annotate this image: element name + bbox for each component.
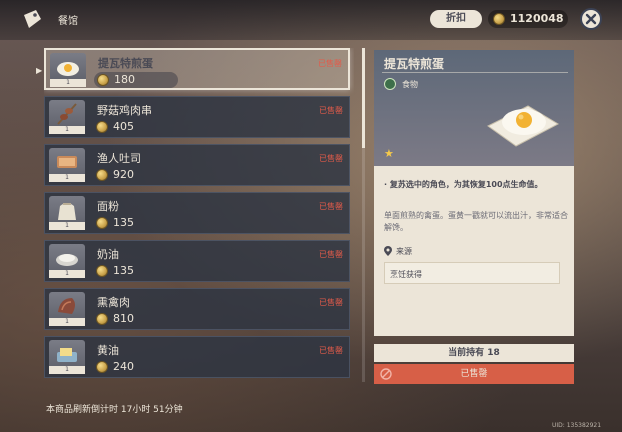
item-qty: 1 (50, 79, 86, 87)
close-button[interactable] (580, 8, 602, 30)
sold-out-tag: 已售罄 (319, 298, 343, 307)
item-price: 810 (113, 312, 134, 325)
uid-label: UID: 135382921 (552, 422, 602, 429)
item-name: 提瓦特煎蛋 (98, 57, 153, 70)
item-price: 405 (113, 120, 134, 133)
scrollbar-thumb[interactable] (362, 48, 365, 148)
mora-amount: 1120048 (510, 12, 564, 25)
butter-icon (57, 348, 77, 362)
fried-egg-icon (57, 62, 79, 76)
item-price: 920 (113, 168, 134, 181)
item-price-box: 810 (93, 311, 177, 327)
item-price: 135 (113, 216, 134, 229)
list-item[interactable]: 1 面粉 135 已售罄 (44, 192, 350, 234)
list-scrollbar[interactable] (362, 48, 365, 382)
rarity-star-icon: ★ (384, 147, 394, 160)
item-list: 1 提瓦特煎蛋 180 已售罄 1 野菇鸡肉串 405 已售罄 1 渔人吐司 9… (44, 48, 354, 382)
source-label: 来源 (396, 247, 412, 256)
mora-currency: 1120048 (488, 10, 568, 28)
list-item[interactable]: 1 奶油 135 已售罄 (44, 240, 350, 282)
list-item[interactable]: 1 渔人吐司 920 已售罄 (44, 144, 350, 186)
owned-count: 当前持有 18 (374, 344, 574, 362)
sold-out-tag: 已售罄 (318, 59, 342, 68)
item-qty: 1 (49, 366, 85, 374)
item-price: 240 (113, 360, 134, 373)
shop-title: 餐馆 (58, 16, 78, 27)
detail-effect: · 复苏选中的角色，为其恢复100点生命值。 (384, 180, 543, 189)
sold-out-tag: 已售罄 (319, 346, 343, 355)
item-thumbnail: 1 (49, 196, 85, 230)
list-item[interactable]: 1 黄油 240 已售罄 (44, 336, 350, 378)
toast-icon (57, 156, 77, 168)
list-item[interactable]: 1 熏禽肉 810 已售罄 (44, 288, 350, 330)
list-item[interactable]: 1 提瓦特煎蛋 180 已售罄 (44, 48, 350, 90)
mora-coin-icon (96, 361, 108, 373)
item-qty: 1 (49, 222, 85, 230)
item-thumbnail: 1 (50, 53, 86, 87)
close-icon (585, 13, 597, 25)
item-price-box: 180 (94, 72, 178, 88)
sold-out-button[interactable]: 已售罄 (374, 364, 574, 384)
item-price-box: 135 (93, 215, 177, 231)
food-category-icon (384, 78, 396, 90)
mora-coin-icon (96, 169, 108, 181)
detail-description: 单面煎熟的禽蛋。蛋黄一戳就可以流出汁，非常适合解馋。 (384, 211, 568, 232)
item-price-box: 405 (93, 119, 177, 135)
discount-button[interactable]: 折扣 (430, 10, 482, 28)
cream-icon (56, 254, 78, 266)
item-name: 野菇鸡肉串 (97, 104, 152, 117)
item-price-box: 240 (93, 359, 177, 375)
item-name: 渔人吐司 (97, 152, 141, 165)
item-qty: 1 (49, 270, 85, 278)
detail-header: 提瓦特煎蛋 食物 ★ (374, 50, 574, 166)
sold-out-label: 已售罄 (460, 369, 488, 379)
top-bar: 餐馆 折扣 1120048 (0, 0, 622, 40)
sold-out-tag: 已售罄 (319, 250, 343, 259)
mora-coin-icon (96, 121, 108, 133)
item-price: 180 (114, 73, 135, 86)
mora-coin-icon (96, 313, 108, 325)
mora-coin-icon (96, 265, 108, 277)
skewer-icon (57, 103, 77, 125)
fried-egg-icon (487, 105, 560, 147)
flour-sack-icon (58, 203, 76, 220)
item-thumbnail: 1 (49, 292, 85, 326)
item-thumbnail: 1 (49, 148, 85, 182)
item-name: 奶油 (97, 248, 119, 261)
item-name: 黄油 (97, 344, 119, 357)
item-thumbnail: 1 (49, 100, 85, 134)
shop-bag-icon (24, 10, 41, 28)
detail-category: 食物 (402, 80, 418, 89)
refresh-countdown: 本商品刷新倒计时 17小时 51分钟 (46, 405, 183, 415)
item-thumbnail: 1 (49, 340, 85, 374)
item-name: 熏禽肉 (97, 296, 130, 309)
item-qty: 1 (49, 126, 85, 134)
list-item[interactable]: 1 野菇鸡肉串 405 已售罄 (44, 96, 350, 138)
source-value: 烹饪获得 (390, 270, 422, 279)
smoked-meat-icon (58, 298, 75, 314)
item-qty: 1 (49, 174, 85, 182)
item-name: 面粉 (97, 200, 119, 213)
mora-coin-icon (96, 217, 108, 229)
detail-item-name: 提瓦特煎蛋 (384, 57, 445, 71)
item-price: 135 (113, 264, 134, 277)
item-detail-card: 提瓦特煎蛋 食物 ★ · 复苏选中的角色，为其恢复100点生命值。 单面煎熟的禽… (374, 50, 574, 336)
item-qty: 1 (49, 318, 85, 326)
location-pin-icon (384, 246, 392, 256)
sold-out-tag: 已售罄 (319, 202, 343, 211)
mora-coin-icon (493, 13, 505, 25)
source-box: 烹饪获得 (384, 262, 560, 284)
item-thumbnail: 1 (49, 244, 85, 278)
divider (382, 72, 568, 73)
mora-coin-icon (97, 74, 109, 86)
item-price-box: 135 (93, 263, 177, 279)
sold-out-tag: 已售罄 (319, 154, 343, 163)
sold-out-tag: 已售罄 (319, 106, 343, 115)
selected-arrow-icon: ▶ (36, 66, 43, 75)
item-price-box: 920 (93, 167, 177, 183)
